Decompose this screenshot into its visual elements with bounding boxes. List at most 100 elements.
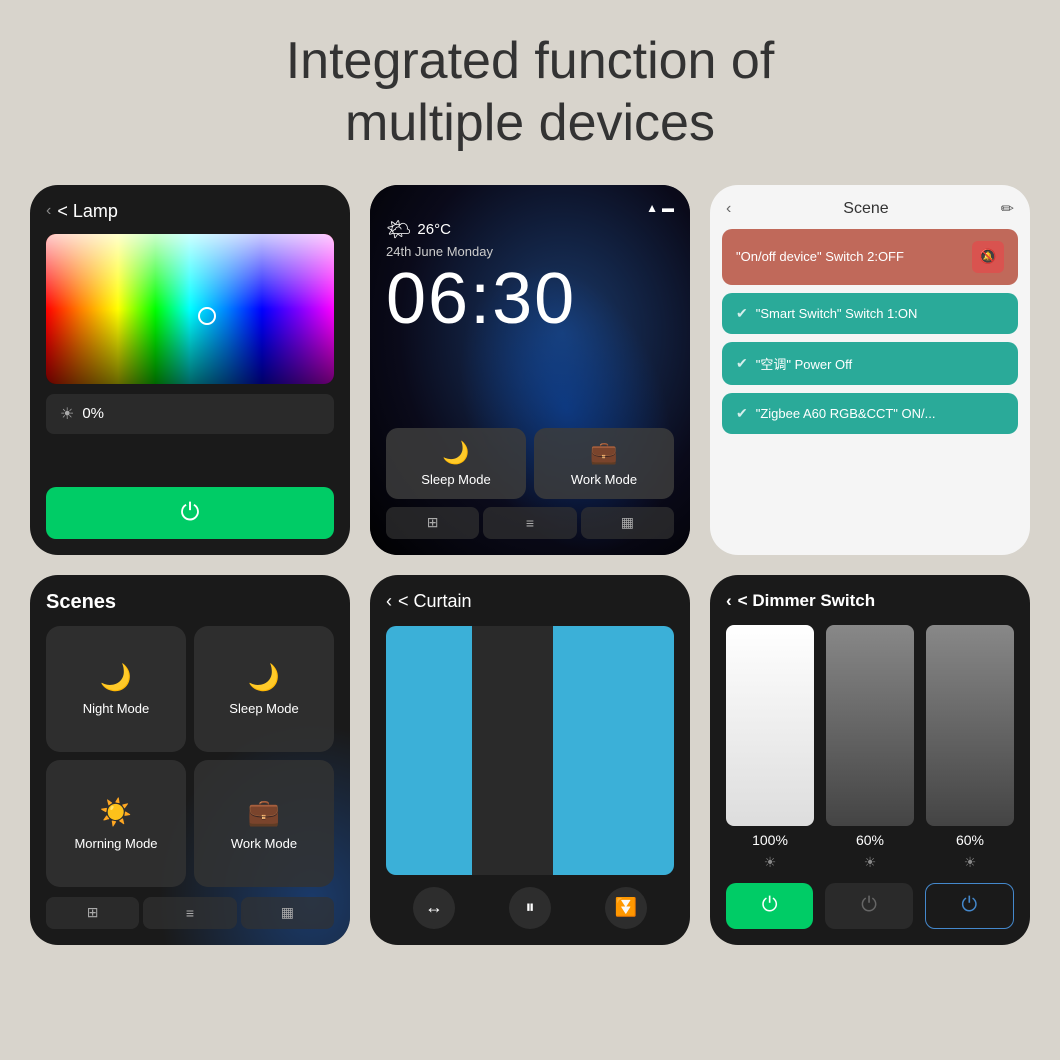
slider-sun-2: ☀ — [864, 854, 877, 871]
dimmer-channel-3: 60% ☀ — [926, 625, 1014, 871]
scene-title: Scene — [843, 200, 888, 218]
main-grid: ‹ < Lamp ☀ 0% ⏻ ▲ ▬ 🌤 — [20, 175, 1040, 955]
nav-grid[interactable]: ⊞ — [386, 507, 479, 539]
morning-icon: ☀️ — [100, 797, 132, 828]
clock-time: 06:30 — [386, 263, 674, 335]
lamp-card: ‹ < Lamp ☀ 0% ⏻ — [30, 185, 350, 555]
scene-back-chevron[interactable]: ‹ — [726, 200, 731, 218]
scenes-title: Scenes — [46, 591, 334, 614]
slider-sun-1: ☀ — [764, 854, 777, 871]
curtain-close-button[interactable]: ⏬ — [605, 887, 647, 929]
lamp-power-button[interactable]: ⏻ — [46, 487, 334, 539]
work-mode-label: Work Mode — [571, 472, 637, 487]
scene-item-1[interactable]: "On/off device" Switch 2:OFF 🔕 — [722, 229, 1018, 285]
dimmer-power-2[interactable]: ⏻ — [825, 883, 912, 929]
scene-card: ‹ Scene ✏ "On/off device" Switch 2:OFF 🔕… — [710, 185, 1030, 555]
scene-item-3[interactable]: ✔ "空调" Power Off — [722, 342, 1018, 385]
brightness-value: 0% — [82, 405, 104, 422]
clock-nav: ⊞ ≡ ▦ — [386, 507, 674, 539]
color-picker[interactable] — [46, 234, 334, 384]
scenes-nav-grid[interactable]: ⊞ — [46, 897, 139, 929]
slider-track-1[interactable] — [726, 625, 814, 826]
check-icon-4: ✔ — [736, 405, 748, 422]
curtain-open-button[interactable]: ↔ — [413, 887, 455, 929]
curtain-visual — [386, 626, 674, 875]
temperature: 26°C — [417, 221, 451, 238]
sleep-mode-label-scenes: Sleep Mode — [229, 701, 298, 716]
slider-percent-2: 60% — [856, 832, 884, 848]
work-icon-scenes: 💼 — [248, 797, 280, 828]
wifi-battery-icons: ▲ ▬ — [646, 201, 674, 215]
night-icon: 🌙 — [100, 662, 132, 693]
work-mode-button[interactable]: 💼 Work Mode — [534, 428, 674, 499]
slider-sun-3: ☀ — [964, 854, 977, 871]
scene-item-1-text: "On/off device" Switch 2:OFF — [736, 249, 904, 264]
date-display: 24th June Monday — [386, 244, 674, 259]
slider-track-2[interactable] — [826, 625, 914, 826]
night-mode-label: Night Mode — [83, 701, 149, 716]
morning-mode-button[interactable]: ☀️ Morning Mode — [46, 760, 186, 887]
work-mode-btn-scenes[interactable]: 💼 Work Mode — [194, 760, 334, 887]
sleep-mode-button[interactable]: 🌙 Sleep Mode — [386, 428, 526, 499]
curtain-back-chevron[interactable]: ‹ — [386, 591, 392, 612]
scene-header: ‹ Scene ✏ — [710, 185, 1030, 229]
scene-edit-icon[interactable]: ✏ — [1001, 199, 1014, 219]
weather-row: 🌤 26°C — [386, 217, 674, 242]
weather-icon: 🌤 — [386, 217, 411, 242]
dimmer-power-icon-2: ⏻ — [861, 894, 877, 917]
dimmer-power-icon-1: ⏻ — [762, 894, 778, 917]
slider-percent-3: 60% — [956, 832, 984, 848]
scenes-nav: ⊞ ≡ ▦ — [46, 897, 334, 929]
clock-top-bar: ▲ ▬ — [386, 201, 674, 215]
sleep-icon: 🌙 — [442, 440, 469, 466]
dimmer-power-row: ⏻ ⏻ ⏻ — [726, 883, 1014, 929]
check-icon-3: ✔ — [736, 355, 748, 372]
nav-table[interactable]: ▦ — [581, 507, 674, 539]
curtain-open-icon: ↔ — [425, 897, 443, 918]
dimmer-power-3[interactable]: ⏻ — [925, 883, 1014, 929]
scene-delete-button[interactable]: 🔕 — [972, 241, 1004, 273]
check-icon-2: ✔ — [736, 305, 748, 322]
curtain-title: < Curtain — [398, 591, 472, 612]
curtain-header: ‹ < Curtain — [386, 591, 674, 612]
curtain-pause-button[interactable]: ⏸ — [509, 887, 551, 929]
page-title: Integrated function of multiple devices — [246, 0, 815, 175]
dimmer-power-1[interactable]: ⏻ — [726, 883, 813, 929]
scene-item-2[interactable]: ✔ "Smart Switch" Switch 1:ON — [722, 293, 1018, 334]
dimmer-title: < Dimmer Switch — [738, 591, 875, 611]
curtain-card: ‹ < Curtain ↔ ⏸ ⏬ — [370, 575, 690, 945]
color-overlay — [46, 234, 334, 384]
nav-list[interactable]: ≡ — [483, 507, 576, 539]
curtain-panel — [472, 626, 553, 875]
work-mode-label-scenes: Work Mode — [231, 836, 297, 851]
color-dot — [198, 307, 216, 325]
mode-buttons: 🌙 Sleep Mode 💼 Work Mode — [386, 428, 674, 499]
night-mode-button[interactable]: 🌙 Night Mode — [46, 626, 186, 753]
sleep-mode-btn-scenes[interactable]: 🌙 Sleep Mode — [194, 626, 334, 753]
delete-icon: 🔕 — [979, 248, 996, 265]
brightness-bar: ☀ 0% — [46, 394, 334, 434]
scene-item-2-text: "Smart Switch" Switch 1:ON — [756, 306, 918, 321]
scene-item-4[interactable]: ✔ "Zigbee A60 RGB&CCT" ON/... — [722, 393, 1018, 434]
curtain-close-icon: ⏬ — [615, 897, 637, 918]
scene-item-4-text: "Zigbee A60 RGB&CCT" ON/... — [756, 406, 936, 421]
curtain-pause-icon: ⏸ — [526, 897, 535, 918]
sleep-mode-label: Sleep Mode — [421, 472, 490, 487]
lamp-header: ‹ < Lamp — [46, 201, 334, 222]
scenes-nav-list[interactable]: ≡ — [143, 897, 236, 929]
work-icon: 💼 — [590, 440, 617, 466]
wifi-icon: ▲ — [646, 201, 658, 215]
dimmer-channel-1: 100% ☀ — [726, 625, 814, 871]
slider-track-3[interactable] — [926, 625, 1014, 826]
scene-item-3-text: "空调" Power Off — [756, 354, 852, 373]
back-chevron[interactable]: ‹ — [46, 202, 51, 220]
dimmer-channel-2: 60% ☀ — [826, 625, 914, 871]
dimmer-back-chevron[interactable]: ‹ — [726, 591, 732, 611]
clock-card: ▲ ▬ 🌤 26°C 24th June Monday 06:30 🌙 Slee… — [370, 185, 690, 555]
dimmer-power-icon-3: ⏻ — [961, 894, 977, 917]
clock-content: ▲ ▬ 🌤 26°C 24th June Monday 06:30 🌙 Slee… — [370, 185, 690, 555]
battery-icon: ▬ — [662, 201, 674, 215]
scenes-card: Scenes 🌙 Night Mode 🌙 Sleep Mode ☀️ Morn… — [30, 575, 350, 945]
morning-mode-label: Morning Mode — [74, 836, 157, 851]
scenes-nav-table[interactable]: ▦ — [241, 897, 334, 929]
